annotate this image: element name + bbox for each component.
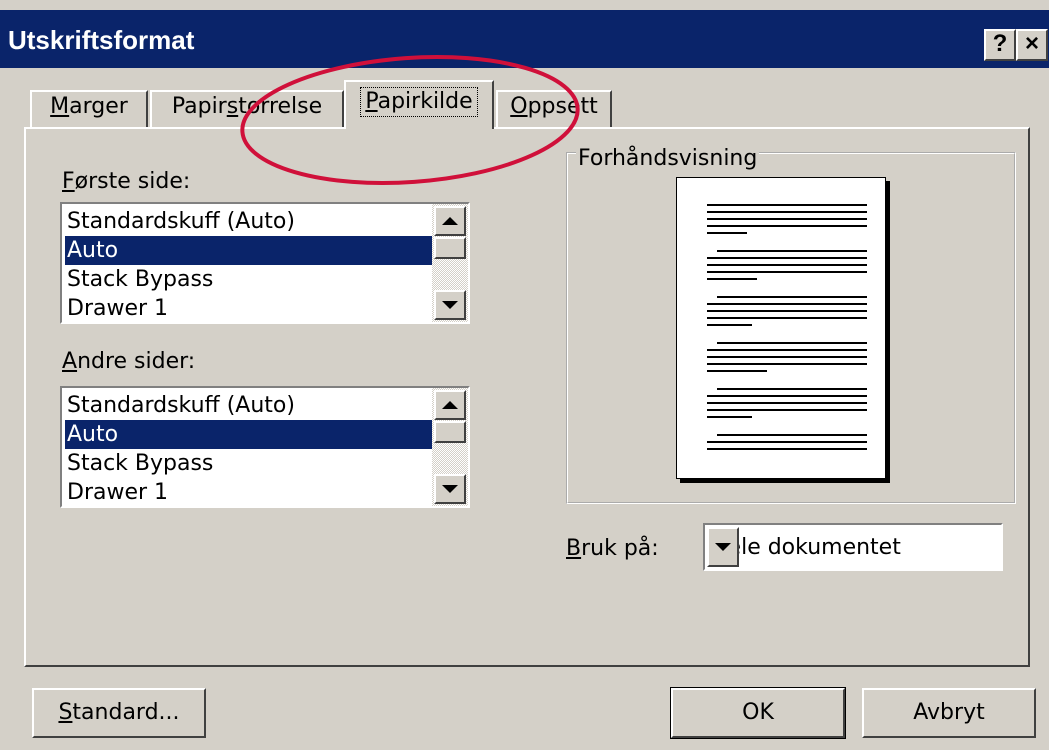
help-button[interactable]: ? bbox=[984, 29, 1016, 61]
preview-text-line bbox=[707, 264, 867, 266]
other-pages-label: Andre sider: bbox=[62, 349, 196, 374]
default-button[interactable]: Standard... bbox=[32, 688, 206, 738]
list-item-selected[interactable]: Auto bbox=[65, 420, 432, 449]
arrow-up-icon bbox=[442, 401, 458, 409]
preview-text-line bbox=[717, 388, 867, 390]
arrow-down-icon bbox=[442, 301, 458, 309]
scroll-thumb[interactable] bbox=[434, 421, 466, 443]
tab-margins[interactable]: Marger bbox=[30, 90, 148, 127]
scroll-up-button[interactable] bbox=[434, 206, 466, 236]
preview-text-line bbox=[707, 416, 752, 418]
preview-text-line bbox=[707, 409, 867, 411]
scroll-down-button[interactable] bbox=[434, 474, 466, 504]
preview-text-line bbox=[707, 278, 757, 280]
list-item[interactable]: Stack Bypass bbox=[65, 449, 432, 478]
preview-title: Forhåndsvisning bbox=[576, 145, 760, 173]
preview-text-line bbox=[707, 324, 752, 326]
preview-text-line bbox=[707, 225, 867, 227]
list-item[interactable]: Drawer 1 bbox=[65, 478, 432, 506]
preview-text-line bbox=[707, 363, 867, 365]
preview-text-line bbox=[707, 356, 867, 358]
scroll-thumb[interactable] bbox=[434, 237, 466, 259]
dropdown-button[interactable] bbox=[707, 527, 739, 567]
tab-paper-source[interactable]: Papirkilde bbox=[344, 80, 494, 129]
preview-page bbox=[676, 177, 886, 479]
list-item[interactable]: Stack Bypass bbox=[65, 265, 432, 294]
preview-text-line bbox=[707, 349, 867, 351]
preview-text-line bbox=[707, 271, 867, 273]
preview-text-line bbox=[707, 402, 867, 404]
preview-text-line bbox=[717, 434, 867, 436]
apply-to-label: Bruk på: bbox=[566, 536, 659, 561]
preview-text-line bbox=[717, 342, 867, 344]
preview-text-line bbox=[707, 232, 747, 234]
other-pages-listbox[interactable]: Standardskuff (Auto) Auto Stack Bypass D… bbox=[60, 386, 470, 508]
preview-text-line bbox=[707, 395, 867, 397]
preview-text-line bbox=[707, 211, 867, 213]
apply-to-select[interactable]: Hele dokumentet bbox=[703, 523, 1003, 571]
preview-text-line bbox=[707, 204, 867, 206]
preview-text-line bbox=[707, 370, 767, 372]
list-item-selected[interactable]: Auto bbox=[65, 236, 432, 265]
preview-text-line bbox=[717, 296, 867, 298]
preview-text-line bbox=[707, 257, 867, 259]
preview-text-line bbox=[707, 317, 867, 319]
list-item[interactable]: Drawer 1 bbox=[65, 294, 432, 322]
scroll-up-button[interactable] bbox=[434, 390, 466, 420]
arrow-up-icon bbox=[442, 217, 458, 225]
first-page-listbox[interactable]: Standardskuff (Auto) Auto Stack Bypass D… bbox=[60, 202, 470, 324]
first-page-scrollbar[interactable] bbox=[432, 204, 468, 322]
tab-paper-size[interactable]: Papirstørrelse bbox=[150, 90, 344, 127]
scroll-down-button[interactable] bbox=[434, 290, 466, 320]
title-bar: Utskriftsformat ? × bbox=[0, 10, 1049, 68]
preview-text-line bbox=[707, 448, 867, 450]
preview-text-line bbox=[707, 218, 867, 220]
list-item[interactable]: Standardskuff (Auto) bbox=[65, 207, 432, 236]
list-item[interactable]: Standardskuff (Auto) bbox=[65, 391, 432, 420]
preview-text-line bbox=[707, 441, 867, 443]
preview-text-line bbox=[707, 303, 867, 305]
tab-layout[interactable]: Oppsett bbox=[496, 90, 612, 127]
preview-text-line bbox=[717, 250, 867, 252]
page-setup-dialog: Utskriftsformat ? × Marger Papirstørrels… bbox=[0, 0, 1049, 750]
apply-to-value: Hele dokumentet bbox=[711, 535, 901, 560]
preview-text-line bbox=[707, 310, 867, 312]
other-pages-scrollbar[interactable] bbox=[432, 388, 468, 506]
ok-button[interactable]: OK bbox=[670, 687, 846, 739]
arrow-down-icon bbox=[442, 485, 458, 493]
close-button[interactable]: × bbox=[1016, 29, 1048, 61]
tab-focus-rect: Papirkilde bbox=[360, 87, 478, 117]
first-page-label: Første side: bbox=[62, 169, 191, 194]
cancel-button[interactable]: Avbryt bbox=[862, 688, 1036, 738]
window-title: Utskriftsformat bbox=[8, 25, 195, 55]
chevron-down-icon bbox=[715, 543, 731, 551]
